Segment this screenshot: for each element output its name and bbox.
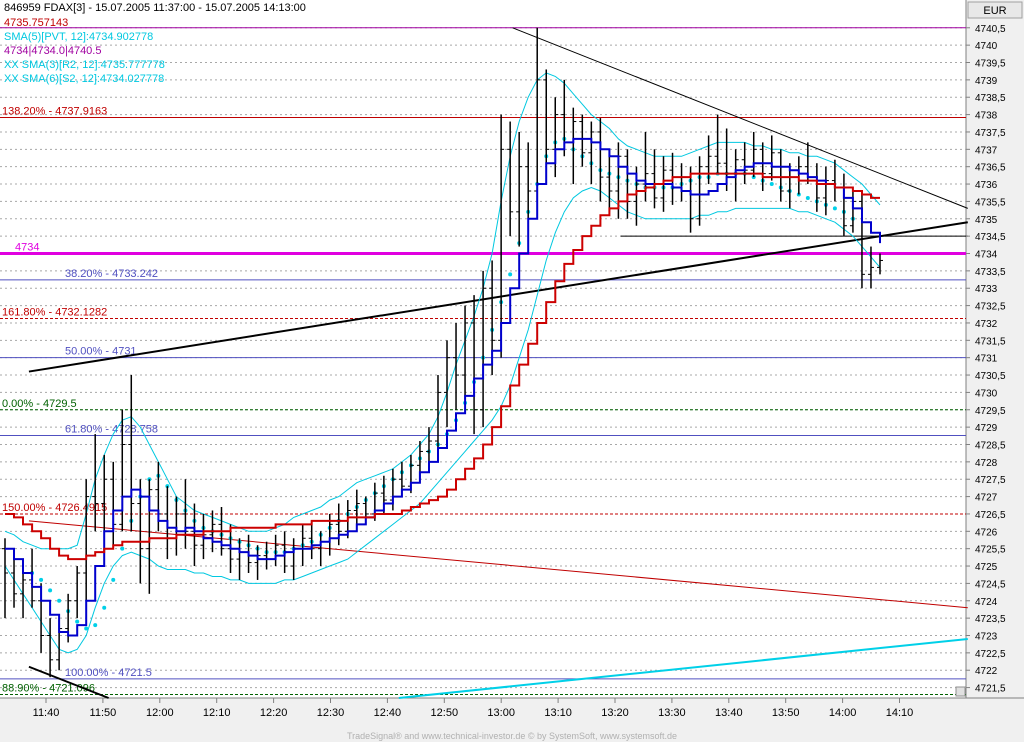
y-tick-label: 4736 [975,180,998,191]
sar-dot [805,195,810,200]
y-tick-label: 4734,5 [975,232,1006,243]
y-tick-label: 4727 [975,493,998,504]
sar-dot [102,605,107,610]
y-tick-label: 4733 [975,284,998,295]
x-tick-label: 12:00 [146,707,174,719]
x-tick-label: 12:20 [260,707,288,719]
x-tick-label: 12:50 [431,707,459,719]
y-tick-label: 4725 [975,562,998,573]
y-tick-label: 4739,5 [975,59,1006,70]
y-tick-label: 4732 [975,319,998,330]
x-tick-label: 11:40 [33,707,60,719]
y-tick-label: 4730 [975,388,998,399]
y-axis-panel[interactable] [966,0,1024,698]
legend-entry: 4735.757143 [4,17,69,29]
level-label: 0.00% - 4729.5 [2,398,77,410]
y-tick-label: 4724,5 [975,579,1006,590]
y-tick-label: 4731 [975,354,998,365]
y-tick-label: 4723,5 [975,614,1006,625]
y-tick-label: 4727,5 [975,475,1006,486]
legend-entry: XX SMA(6)[S2, 12]:4734.027778 [4,73,165,85]
level-label: 38.20% - 4733.242 [65,268,158,280]
y-tick-label: 4722 [975,666,998,677]
y-tick-label: 4730,5 [975,371,1006,382]
legend-entry: SMA(5)[PVT, 12]:4734.902778 [4,31,154,43]
y-tick-label: 4728,5 [975,440,1006,451]
y-tick-label: 4724 [975,597,998,608]
y-tick-label: 4737 [975,145,998,156]
y-tick-label: 4740 [975,41,998,52]
footer-credit: TradeSignal® and www.technical-investor.… [347,731,677,741]
level-label: 100.00% - 4721.5 [65,667,152,679]
sar-dot [39,577,44,582]
x-tick-label: 14:00 [829,707,857,719]
x-tick-label: 12:10 [203,707,231,719]
y-tick-label: 4726,5 [975,510,1006,521]
y-tick-label: 4723 [975,631,998,642]
y-tick-label: 4735,5 [975,197,1006,208]
x-tick-label: 13:50 [772,707,800,719]
y-tick-label: 4726 [975,527,998,538]
chart-title: 846959 FDAX[3] - 15.07.2005 11:37:00 - 1… [4,2,306,14]
y-tick-label: 4725,5 [975,545,1006,556]
y-tick-label: 4732,5 [975,302,1006,313]
legend-entry: 4734|4734.0|4740.5 [4,45,102,57]
y-tick-label: 4737,5 [975,128,1006,139]
x-tick-label: 13:30 [658,707,686,719]
sar-dot [93,623,98,628]
y-tick-label: 4721,5 [975,684,1006,695]
y-tick-label: 4731,5 [975,336,1006,347]
currency-label: EUR [983,5,1006,17]
legend-entry: XX SMA(3)[R2, 12]:4735.777778 [4,59,165,71]
x-tick-label: 12:30 [317,707,345,719]
sar-dot [508,272,513,277]
y-tick-label: 4729,5 [975,406,1006,417]
x-tick-label: 13:40 [715,707,743,719]
y-tick-label: 4734 [975,250,998,261]
y-tick-label: 4740,5 [975,24,1006,35]
level-label: 161.80% - 4732.1282 [2,307,107,319]
level-label: 138.20% - 4737.9163 [2,106,107,118]
y-tick-label: 4722,5 [975,649,1006,660]
x-tick-label: 14:10 [886,707,914,719]
x-tick-label: 13:20 [601,707,629,719]
sar-dot [84,626,89,631]
sar-dot [120,546,125,551]
x-tick-label: 13:00 [487,707,515,719]
level-label: 4734 [15,242,39,254]
sar-dot [75,619,80,624]
sar-dot [111,577,116,582]
y-tick-label: 4736,5 [975,163,1006,174]
y-tick-label: 4738,5 [975,93,1006,104]
y-tick-label: 4728 [975,458,998,469]
x-tick-label: 11:50 [90,707,117,719]
level-label: 88.90% - 4721.096 [2,683,95,695]
sar-dot [769,182,774,187]
sar-dot [48,588,53,593]
x-tick-label: 12:40 [374,707,402,719]
sar-dot [57,598,62,603]
level-label: 150.00% - 4726.4915 [2,502,107,514]
y-tick-label: 4739 [975,76,998,87]
y-tick-label: 4729 [975,423,998,434]
resize-handle[interactable] [955,686,966,697]
sar-dot [832,206,837,211]
y-tick-label: 4738 [975,111,998,122]
y-tick-label: 4735 [975,215,998,226]
y-tick-label: 4733,5 [975,267,1006,278]
price-chart: EUR 138.20% - 4737.9163 4734 38.20% - 4733… [0,0,1024,742]
x-tick-label: 13:10 [544,707,572,719]
